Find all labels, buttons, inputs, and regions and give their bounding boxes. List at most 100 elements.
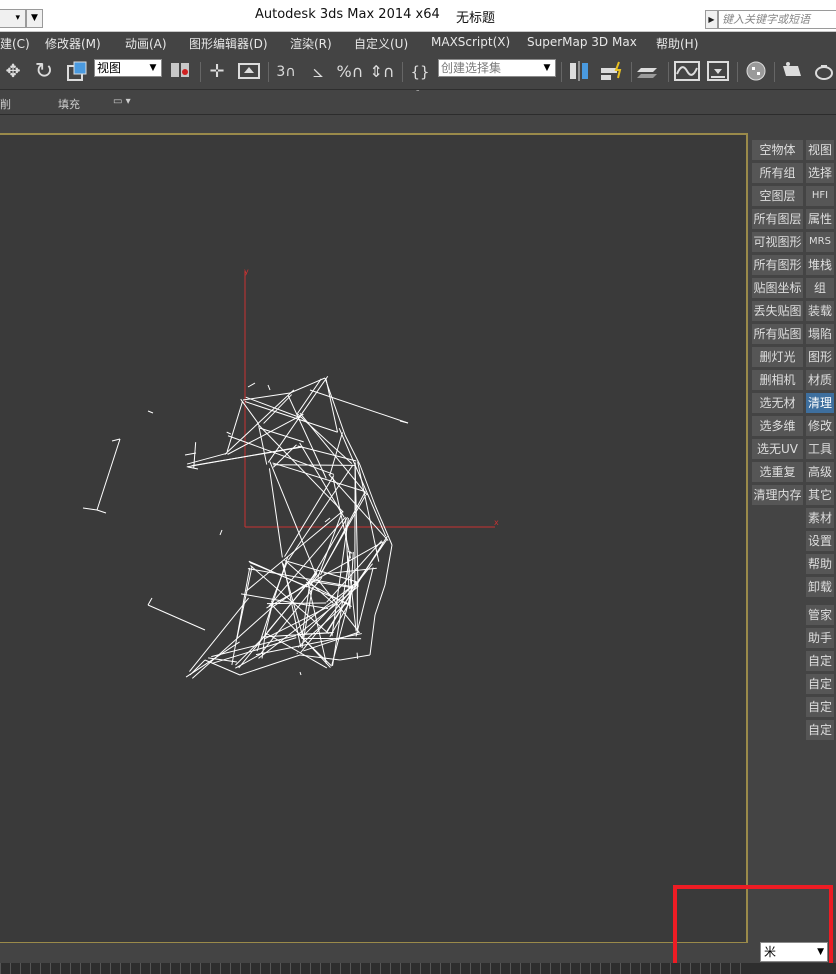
- timeline-bar[interactable]: [0, 963, 836, 974]
- quick-access-dropdown[interactable]: ▾: [0, 9, 26, 28]
- tool-button-right[interactable]: 组: [806, 278, 834, 298]
- menu-maxscript[interactable]: MAXScript(X): [431, 35, 510, 49]
- tool-button-left[interactable]: 选无UV: [752, 439, 803, 459]
- reference-coordinate-select[interactable]: 视图 ▼: [94, 59, 162, 77]
- tool-button-left[interactable]: 可视图形: [752, 232, 803, 252]
- tool-button-right[interactable]: 工具: [806, 439, 834, 459]
- ribbon-options-dropdown[interactable]: ▭ ▾: [113, 96, 131, 107]
- perspective-viewport[interactable]: y x: [0, 133, 748, 943]
- tool-button-right[interactable]: 卸载: [806, 577, 834, 597]
- ribbon-panel-strip: [0, 115, 836, 133]
- y-axis-label: y: [244, 267, 249, 276]
- tool-button-right[interactable]: 帮助: [806, 554, 834, 574]
- tool-button-right[interactable]: 高级: [806, 462, 834, 482]
- tool-button-left[interactable]: 所有图层: [752, 209, 803, 229]
- tool-button-left[interactable]: 清理内存: [752, 485, 803, 505]
- tool-button-right[interactable]: 管家: [806, 605, 834, 625]
- pivot-center-icon[interactable]: [166, 60, 194, 84]
- tool-button-right[interactable]: 设置: [806, 531, 834, 551]
- menu-animation[interactable]: 动画(A): [125, 35, 167, 52]
- spinner-snap-icon[interactable]: ⇕∩: [368, 60, 396, 84]
- tool-button-right[interactable]: 自定: [806, 720, 834, 740]
- search-expand-button[interactable]: ▶: [705, 10, 718, 29]
- ribbon-tab-fill[interactable]: 填充: [58, 96, 80, 112]
- title-bar: ▾ ▼ Autodesk 3ds Max 2014 x64 无标题 ▶ 键入关键…: [0, 0, 836, 32]
- command-panel-toolbar: 空物体 所有组 空图层 所有图层 可视图形 所有图形 贴图坐标 丢失贴图 所有贴图 删灯光 删相机选…: [748, 133, 836, 963]
- tool-button-left[interactable]: 所有图形: [752, 255, 803, 275]
- tool-button-right[interactable]: 其它: [806, 485, 834, 505]
- edit-named-selection-icon[interactable]: {}✎: [406, 60, 434, 105]
- chevron-down-icon: ▼: [543, 63, 551, 73]
- tool-button-left[interactable]: 空物体: [752, 140, 803, 160]
- tool-button-right[interactable]: 素材: [806, 508, 834, 528]
- toolbar-separator: [737, 62, 738, 82]
- scale-icon[interactable]: [64, 60, 90, 84]
- toolbar-separator: [668, 62, 669, 82]
- percent-snap-label: %: [336, 62, 352, 81]
- snaps-toggle-icon[interactable]: 3∩: [272, 60, 300, 84]
- tool-button-right[interactable]: 塌陷: [806, 324, 834, 344]
- viewport-canvas: y x: [82, 267, 499, 679]
- x-axis-label: x: [494, 518, 499, 527]
- material-editor-icon[interactable]: [742, 60, 770, 84]
- quick-access-more-button[interactable]: ▼: [26, 9, 43, 28]
- tool-button-left[interactable]: 删灯光: [752, 347, 803, 367]
- ribbon-tab-cut[interactable]: 削: [0, 96, 11, 112]
- align-icon[interactable]: [597, 60, 627, 84]
- menu-rendering[interactable]: 渲染(R): [290, 35, 332, 52]
- named-selection-set-select[interactable]: 创建选择集 ▼: [438, 59, 556, 77]
- percent-snap-icon[interactable]: %∩: [336, 60, 364, 84]
- move-icon[interactable]: ✥: [0, 60, 26, 84]
- toolbar-separator: [631, 62, 632, 82]
- tool-button-right[interactable]: 堆栈: [806, 255, 834, 275]
- tool-button-right[interactable]: 修改: [806, 416, 834, 436]
- app-title: Autodesk 3ds Max 2014 x64: [255, 7, 440, 22]
- tool-button-right[interactable]: 自定: [806, 697, 834, 717]
- tool-button-right[interactable]: HFI: [806, 186, 834, 206]
- tool-button-left[interactable]: 删相机: [752, 370, 803, 390]
- named-selection-set-value: 创建选择集: [441, 61, 502, 75]
- tool-button-left[interactable]: 贴图坐标: [752, 278, 803, 298]
- menu-graph-editors[interactable]: 图形编辑器(D): [189, 35, 268, 52]
- tool-button-left[interactable]: 空图层: [752, 186, 803, 206]
- render-setup-icon[interactable]: [778, 60, 806, 84]
- mirror-icon[interactable]: [565, 60, 593, 84]
- tool-button-right[interactable]: 选择: [806, 163, 834, 183]
- tool-button-right[interactable]: 清理: [806, 393, 834, 413]
- menu-modifiers[interactable]: 修改器(M): [45, 35, 101, 52]
- tool-button-left[interactable]: 所有贴图: [752, 324, 803, 344]
- tool-button-right[interactable]: 属性: [806, 209, 834, 229]
- menu-create[interactable]: 建(C): [0, 35, 30, 52]
- tool-button-right[interactable]: 视图: [806, 140, 834, 160]
- tool-button-left[interactable]: 选无材: [752, 393, 803, 413]
- tool-button-right[interactable]: 图形: [806, 347, 834, 367]
- tool-button-left[interactable]: 丢失贴图: [752, 301, 803, 321]
- keyboard-shortcut-toggle-icon[interactable]: [236, 60, 262, 84]
- tool-button-left[interactable]: 选多维: [752, 416, 803, 436]
- layer-manager-icon[interactable]: [635, 60, 663, 84]
- menu-help[interactable]: 帮助(H): [656, 35, 698, 52]
- tool-button-right[interactable]: 自定: [806, 651, 834, 671]
- menu-bar: 建(C) 修改器(M) 动画(A) 图形编辑器(D) 渲染(R) 自定义(U) …: [0, 32, 836, 54]
- menu-supermap[interactable]: SuperMap 3D Max: [527, 35, 637, 49]
- menu-customize[interactable]: 自定义(U): [354, 35, 408, 52]
- tool-button-right[interactable]: 自定: [806, 674, 834, 694]
- main-toolbar: ✥ ↻ 视图 ▼ ✛ 3∩ ⦣ %∩ ⇕∩ {}✎ 创建选择集 ▼: [0, 54, 836, 105]
- toolbar-separator: [268, 62, 269, 82]
- tool-button-right[interactable]: 装载: [806, 301, 834, 321]
- curve-editor-icon[interactable]: [672, 60, 702, 84]
- tool-button-right[interactable]: 助手: [806, 628, 834, 648]
- tool-button-left[interactable]: 选重复: [752, 462, 803, 482]
- tool-button-right[interactable]: MRS: [806, 232, 834, 252]
- render-teapot-icon[interactable]: [810, 60, 836, 84]
- schematic-view-icon[interactable]: [704, 60, 732, 84]
- reference-coordinate-value: 视图: [97, 61, 122, 75]
- timeline-ticks: [0, 963, 748, 974]
- document-title: 无标题: [456, 11, 496, 26]
- search-input[interactable]: 键入关键字或短语: [718, 10, 836, 29]
- rotate-icon[interactable]: ↻: [32, 60, 56, 84]
- tool-button-right[interactable]: 材质: [806, 370, 834, 390]
- tool-button-left[interactable]: 所有组: [752, 163, 803, 183]
- angle-snap-icon[interactable]: ⦣: [304, 60, 332, 84]
- select-manipulate-icon[interactable]: ✛: [204, 60, 230, 84]
